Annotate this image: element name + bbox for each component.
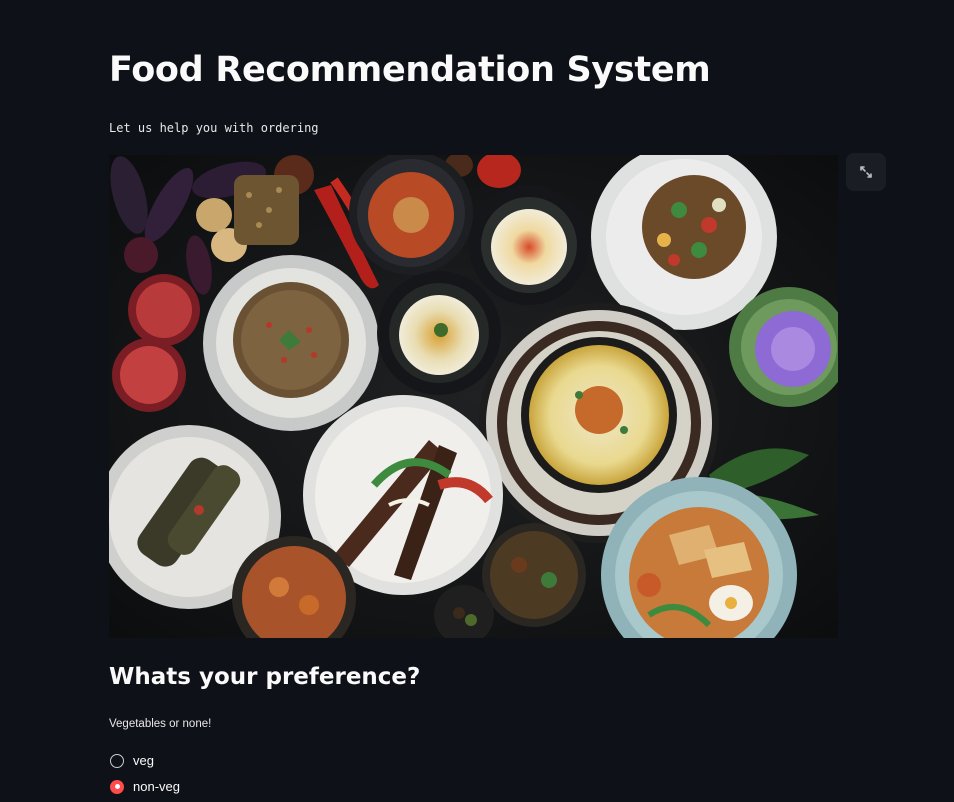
radio-option-non-veg[interactable]: non-veg: [110, 779, 180, 794]
radio-option-label: veg: [133, 753, 154, 768]
food-hero-image: [109, 155, 838, 638]
page-title: Food Recommendation System: [109, 50, 711, 90]
radio-unselected-icon[interactable]: [110, 753, 124, 768]
preference-heading: Whats your preference?: [109, 664, 421, 690]
radio-selected-icon[interactable]: [110, 779, 124, 794]
radio-option-veg[interactable]: veg: [110, 753, 154, 768]
food-platter-illustration: [109, 155, 838, 638]
expand-icon: [860, 166, 872, 178]
radio-option-label: non-veg: [133, 779, 180, 794]
page-subtitle: Let us help you with ordering: [109, 121, 319, 135]
radio-group-label: Vegetables or none!: [109, 718, 212, 730]
fullscreen-button[interactable]: [846, 153, 886, 191]
